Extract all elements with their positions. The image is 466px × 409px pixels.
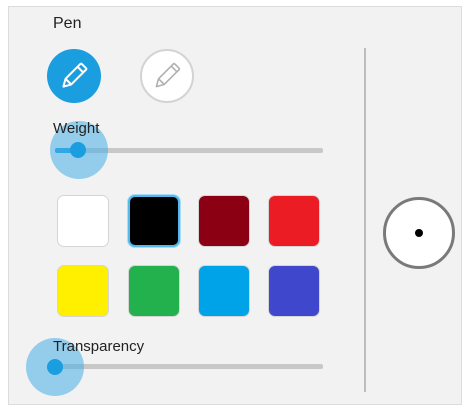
color-swatch-dark-red[interactable] bbox=[198, 195, 250, 247]
color-swatch-indigo[interactable] bbox=[268, 265, 320, 317]
transparency-slider-thumb[interactable] bbox=[47, 359, 63, 375]
color-swatch-yellow[interactable] bbox=[57, 265, 109, 317]
pencil-tool-button[interactable] bbox=[140, 49, 194, 103]
color-swatch-red[interactable] bbox=[268, 195, 320, 247]
panel-title: Pen bbox=[53, 15, 82, 32]
color-swatch-sky-blue[interactable] bbox=[198, 265, 250, 317]
weight-label: Weight bbox=[53, 120, 100, 137]
transparency-slider-track[interactable] bbox=[55, 364, 323, 369]
stroke-preview-dot bbox=[415, 229, 423, 237]
weight-slider-thumb[interactable] bbox=[70, 142, 86, 158]
pen-icon bbox=[62, 62, 88, 88]
pen-tool-button[interactable] bbox=[47, 49, 101, 103]
color-swatch-green[interactable] bbox=[128, 265, 180, 317]
color-swatch-white[interactable] bbox=[57, 195, 109, 247]
color-swatch-black[interactable] bbox=[128, 195, 180, 247]
vertical-divider bbox=[364, 48, 366, 392]
transparency-label: Transparency bbox=[53, 338, 145, 355]
pencil-icon bbox=[155, 62, 181, 88]
